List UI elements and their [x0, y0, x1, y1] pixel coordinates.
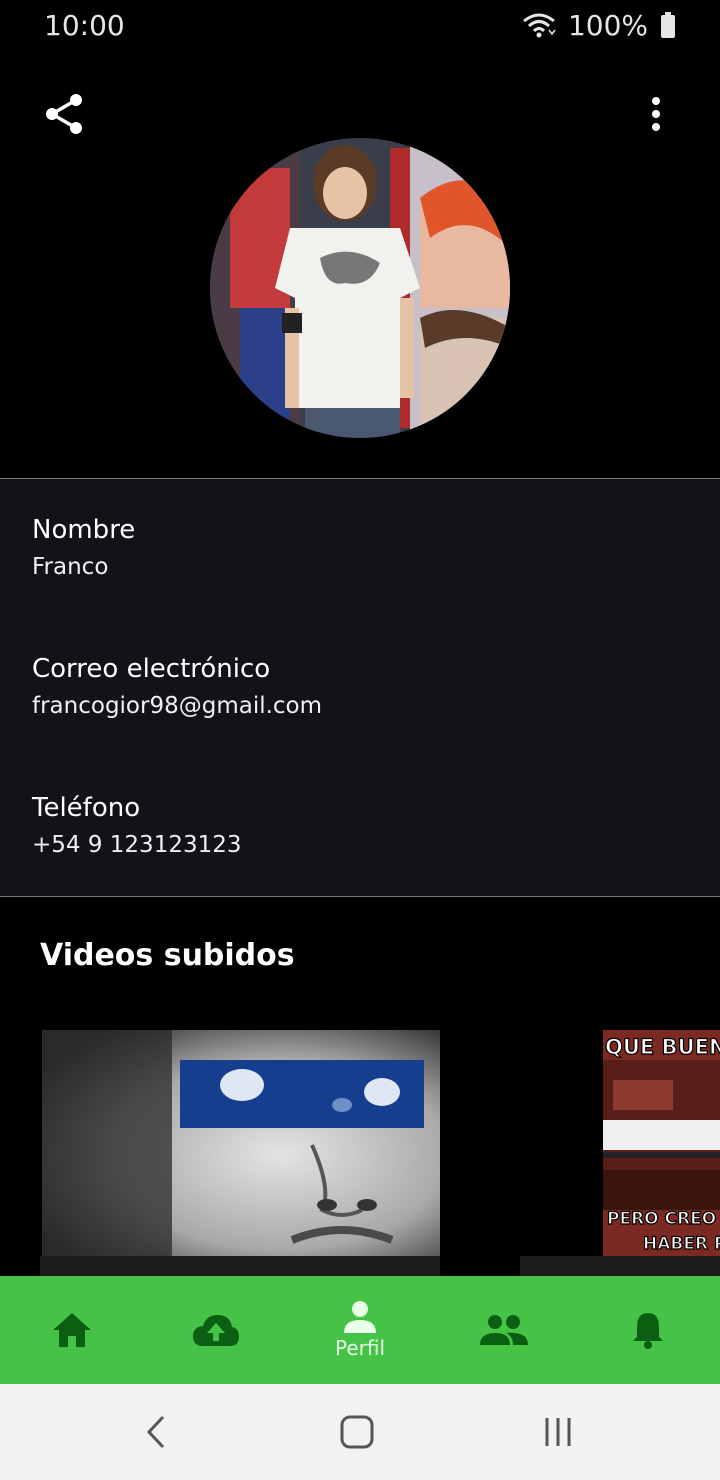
video-thumbnail-meme-image: QUE BUEN D PERO CREO QUI HABER PR [603, 1030, 720, 1256]
recents-icon [545, 1418, 571, 1446]
nav-profile-label: Perfil [334, 1336, 386, 1360]
system-navigation-bar [0, 1384, 720, 1480]
status-indicators: 100% [522, 9, 676, 42]
home-icon [53, 1313, 91, 1347]
bottom-navigation: Perfil [0, 1276, 720, 1384]
video-thumbnail[interactable] [42, 1030, 440, 1256]
more-vert-icon [652, 97, 660, 131]
nav-notifications[interactable] [576, 1276, 720, 1384]
back-icon [146, 1415, 165, 1449]
status-bar: 10:00 100% [0, 0, 720, 50]
field-phone[interactable]: Teléfono +54 9 123123123 [32, 791, 242, 862]
meme-caption-top: QUE BUEN D [605, 1035, 720, 1059]
video-thumbnail-meme[interactable]: QUE BUEN D PERO CREO QUI HABER PR [603, 1030, 720, 1256]
system-home-button[interactable] [337, 1412, 377, 1452]
system-recents-button[interactable] [538, 1412, 578, 1452]
status-time: 10:00 [44, 8, 125, 42]
home-square-icon [340, 1415, 374, 1449]
nav-profile[interactable]: Perfil [288, 1276, 432, 1384]
people-icon [480, 1315, 528, 1345]
system-back-button[interactable] [136, 1412, 176, 1452]
field-name[interactable]: Nombre Franco [32, 513, 135, 584]
nav-friends[interactable] [432, 1276, 576, 1384]
avatar-photo [210, 138, 510, 438]
field-phone-label: Teléfono [32, 793, 141, 823]
field-name-value: Franco [32, 554, 109, 580]
field-email-label: Correo electrónico [32, 654, 271, 684]
video-card-footer [40, 1256, 440, 1276]
info-divider [0, 896, 720, 897]
field-email-value: francogior98@gmail.com [32, 693, 323, 719]
field-name-label: Nombre [32, 515, 136, 545]
bell-icon [633, 1313, 663, 1349]
videos-section-title: Videos subidos [40, 938, 295, 973]
meme-caption-bottom-2: HABER PR [643, 1234, 720, 1254]
cloud-upload-icon [193, 1315, 239, 1346]
field-phone-value: +54 9 123123123 [32, 832, 242, 858]
battery-percent: 100% [567, 8, 648, 42]
battery-icon [661, 12, 675, 38]
wifi-icon [523, 13, 556, 38]
meme-caption-bottom: PERO CREO QUI [607, 1209, 720, 1229]
person-icon [344, 1301, 376, 1333]
profile-avatar[interactable] [210, 138, 510, 438]
share-button[interactable] [38, 88, 90, 140]
more-options-button[interactable] [630, 88, 682, 140]
field-email[interactable]: Correo electrónico francogior98@gmail.co… [32, 652, 322, 723]
nav-home[interactable] [0, 1276, 144, 1384]
nav-upload[interactable] [144, 1276, 288, 1384]
share-icon [46, 94, 82, 134]
video-thumbnail-image [42, 1030, 440, 1256]
video-card-footer-2 [520, 1256, 720, 1276]
